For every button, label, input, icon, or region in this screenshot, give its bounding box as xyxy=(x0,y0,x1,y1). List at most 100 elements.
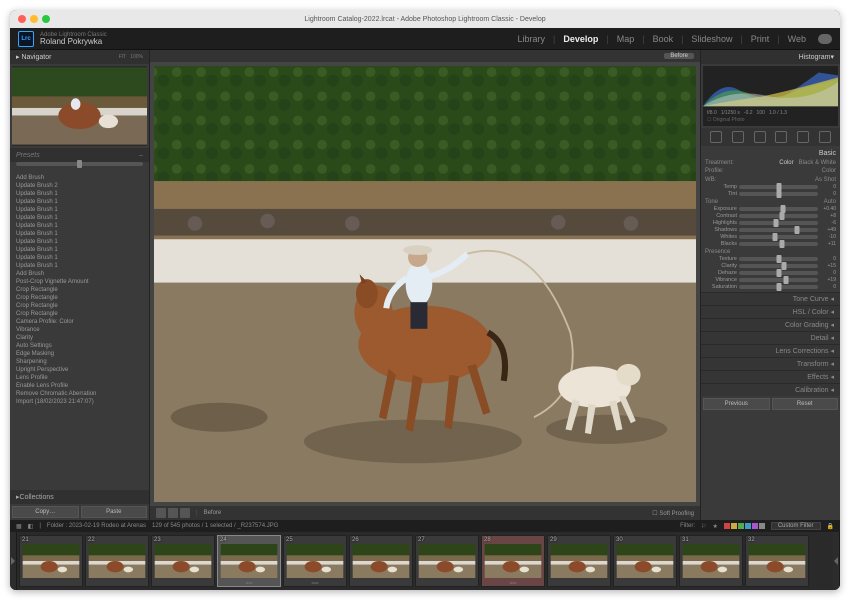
history-item[interactable]: Crop Rectangle xyxy=(10,302,149,310)
history-item[interactable]: Clarity xyxy=(10,334,149,342)
filter-lock-icon[interactable]: 🔒 xyxy=(827,523,834,530)
thumbnail[interactable]: 24••••• xyxy=(217,535,281,587)
history-item[interactable]: Edge Masking xyxy=(10,350,149,358)
panel-calibration[interactable]: Calibration ◂ xyxy=(701,383,840,396)
panel-detail[interactable]: Detail ◂ xyxy=(701,331,840,344)
history-item[interactable]: Update Brush 1 xyxy=(10,262,149,270)
thumbnail[interactable]: 29 xyxy=(547,535,611,587)
history-item[interactable]: Crop Rectangle xyxy=(10,310,149,318)
custom-filter-button[interactable]: Custom Filter xyxy=(771,522,821,530)
slider-vibrance[interactable]: Vibrance+19 xyxy=(705,276,836,283)
history-item[interactable]: Crop Rectangle xyxy=(10,294,149,302)
panel-color-grading[interactable]: Color Grading ◂ xyxy=(701,318,840,331)
color-chip[interactable] xyxy=(738,523,744,529)
before-after-icon[interactable] xyxy=(168,508,178,518)
gradient-tool-icon[interactable] xyxy=(797,131,809,143)
soft-proofing-toggle[interactable]: Soft Proofing xyxy=(659,511,694,517)
second-monitor-icon[interactable]: ◧ xyxy=(28,523,34,530)
histogram-header[interactable]: Histogram ▾ xyxy=(701,50,840,64)
history-item[interactable]: Update Brush 1 xyxy=(10,222,149,230)
thumbnail[interactable]: 32 xyxy=(745,535,809,587)
module-print[interactable]: Print xyxy=(751,34,770,44)
slider-temp[interactable]: Temp0 xyxy=(705,183,836,190)
paste-button[interactable]: Paste xyxy=(81,506,148,518)
slider-saturation[interactable]: Saturation0 xyxy=(705,283,836,290)
history-item[interactable]: Update Brush 1 xyxy=(10,238,149,246)
color-chip[interactable] xyxy=(724,523,730,529)
navigator-preview[interactable] xyxy=(12,66,147,146)
thumbnail[interactable]: 27 xyxy=(415,535,479,587)
thumbnail[interactable]: 30 xyxy=(613,535,677,587)
maximize-icon[interactable] xyxy=(42,15,50,23)
history-item[interactable]: Crop Rectangle xyxy=(10,286,149,294)
star-filter-icon[interactable]: ★ xyxy=(712,523,717,530)
slider-shadows[interactable]: Shadows+49 xyxy=(705,226,836,233)
slider-tint[interactable]: Tint0 xyxy=(705,190,836,197)
color-chip[interactable] xyxy=(731,523,737,529)
history-item[interactable]: Sharpening xyxy=(10,358,149,366)
color-chip[interactable] xyxy=(752,523,758,529)
color-label-filter[interactable] xyxy=(724,523,765,529)
history-item[interactable]: Enable Lens Profile xyxy=(10,382,149,390)
history-item[interactable]: Add Brush xyxy=(10,174,149,182)
thumbnail[interactable]: 21 xyxy=(19,535,83,587)
previous-button[interactable]: Previous xyxy=(703,398,770,410)
before-button[interactable]: Before xyxy=(204,510,222,516)
history-item[interactable]: Update Brush 2 xyxy=(10,182,149,190)
cloud-sync-icon[interactable] xyxy=(818,34,832,44)
history-item[interactable]: Remove Chromatic Aberration xyxy=(10,390,149,398)
history-item[interactable]: Update Brush 1 xyxy=(10,206,149,214)
history-item[interactable]: Update Brush 1 xyxy=(10,190,149,198)
masking-tool-icon[interactable] xyxy=(775,131,787,143)
folder-path[interactable]: Folder : 2023-02-19 Rodeo at Arenas xyxy=(47,523,146,529)
history-item[interactable]: Update Brush 1 xyxy=(10,230,149,238)
thumbnail[interactable]: 25••••• xyxy=(283,535,347,587)
slider-blacks[interactable]: Blacks+11 xyxy=(705,240,836,247)
history-item[interactable]: Update Brush 1 xyxy=(10,254,149,262)
histogram-display[interactable]: f/8.01/1250 s-0.21001.0 / 1.3 ☐ Original… xyxy=(703,66,838,126)
thumbnail[interactable]: 31 xyxy=(679,535,743,587)
redeye-tool-icon[interactable] xyxy=(754,131,766,143)
filmstrip-left-grip[interactable] xyxy=(10,532,17,590)
history-item[interactable]: Post-Crop Vignette Amount xyxy=(10,278,149,286)
slider-contrast[interactable]: Contrast+8 xyxy=(705,212,836,219)
history-item[interactable]: Lens Profile xyxy=(10,374,149,382)
thumbnail[interactable]: 22 xyxy=(85,535,149,587)
module-develop[interactable]: Develop xyxy=(563,34,598,44)
history-item[interactable]: Update Brush 1 xyxy=(10,198,149,206)
color-chip[interactable] xyxy=(759,523,765,529)
filmstrip[interactable]: 21222324•••••25•••••262728•••••29303132 xyxy=(17,532,833,590)
history-item[interactable]: Add Brush xyxy=(10,270,149,278)
module-slideshow[interactable]: Slideshow xyxy=(691,34,732,44)
history-item[interactable]: Auto Settings xyxy=(10,342,149,350)
panel-effects[interactable]: Effects ◂ xyxy=(701,370,840,383)
thumbnail[interactable]: 28••••• xyxy=(481,535,545,587)
reset-button[interactable]: Reset xyxy=(772,398,839,410)
panel-transform[interactable]: Transform ◂ xyxy=(701,357,840,370)
slider-whites[interactable]: Whites-10 xyxy=(705,233,836,240)
loupe-view-icon[interactable] xyxy=(156,508,166,518)
history-item[interactable]: Camera Profile: Color xyxy=(10,318,149,326)
grid-view-icon[interactable]: ▦ xyxy=(16,523,22,530)
slider-clarity[interactable]: Clarity+15 xyxy=(705,262,836,269)
history-item[interactable]: Upright Perspective xyxy=(10,366,149,374)
thumbnail[interactable]: 26 xyxy=(349,535,413,587)
crop-tool-icon[interactable] xyxy=(710,131,722,143)
slider-highlights[interactable]: Highlights-6 xyxy=(705,219,836,226)
slider-texture[interactable]: Texture0 xyxy=(705,255,836,262)
module-web[interactable]: Web xyxy=(788,34,806,44)
slider-dehaze[interactable]: Dehaze0 xyxy=(705,269,836,276)
panel-hsl-color[interactable]: HSL / Color ◂ xyxy=(701,305,840,318)
history-item[interactable]: Update Brush 1 xyxy=(10,214,149,222)
collections-header[interactable]: ▸ Collections xyxy=(10,490,149,504)
history-item[interactable]: Vibrance xyxy=(10,326,149,334)
filmstrip-right-grip[interactable] xyxy=(833,532,840,590)
slider-exposure[interactable]: Exposure+0.40 xyxy=(705,205,836,212)
close-icon[interactable] xyxy=(18,15,26,23)
copy-button[interactable]: Copy… xyxy=(12,506,79,518)
panel-lens-corrections[interactable]: Lens Corrections ◂ xyxy=(701,344,840,357)
brush-tool-icon[interactable] xyxy=(819,131,831,143)
heal-tool-icon[interactable] xyxy=(732,131,744,143)
history-item[interactable]: Update Brush 1 xyxy=(10,246,149,254)
flag-filter-icon[interactable]: ⚐ xyxy=(701,523,706,530)
